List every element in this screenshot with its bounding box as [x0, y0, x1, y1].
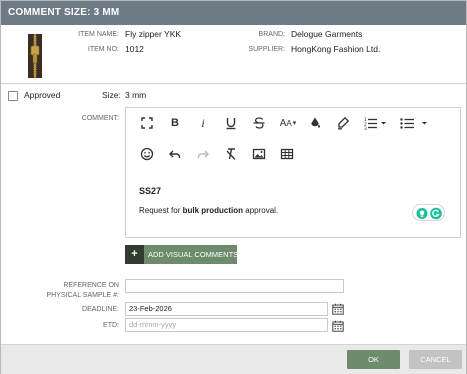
- size-label: Size:: [102, 90, 121, 100]
- brand-value: Delogue Garments: [291, 29, 363, 39]
- ordered-list-icon[interactable]: 123: [363, 115, 387, 131]
- reference-input[interactable]: [125, 279, 344, 293]
- cancel-button[interactable]: CANCEL: [409, 350, 462, 369]
- italic-icon[interactable]: i: [195, 115, 211, 131]
- deadline-input[interactable]: 23-Feb-2026: [125, 302, 328, 316]
- ok-button[interactable]: OK: [347, 350, 400, 369]
- add-visual-comments-label: ADD VISUAL COMMENTS: [148, 250, 239, 259]
- deadline-calendar-icon[interactable]: [332, 302, 344, 315]
- comment-body-suffix: approval.: [243, 206, 279, 215]
- dialog-title: COMMENT SIZE: 3 MM: [1, 1, 466, 25]
- bold-icon[interactable]: B: [167, 115, 183, 131]
- comment-body-bold: bulk production: [182, 206, 244, 215]
- header-divider: [1, 83, 466, 84]
- size-value: 3 mm: [125, 90, 147, 100]
- approved-checkbox[interactable]: [8, 91, 18, 101]
- grammarly-widget[interactable]: [412, 204, 445, 221]
- highlight-icon[interactable]: [335, 115, 351, 131]
- item-no-value: 1012: [125, 44, 144, 54]
- item-name-label: ITEM NAME:: [78, 31, 119, 38]
- item-name-value: Fly zipper YKK: [125, 29, 182, 39]
- brand-label: BRAND:: [258, 31, 285, 38]
- reference-label-line1: REFERENCE ON: [63, 282, 119, 289]
- text-color-icon[interactable]: [307, 115, 323, 131]
- redo-icon[interactable]: [195, 146, 211, 162]
- add-visual-comments-button[interactable]: + ADD VISUAL COMMENTS: [125, 245, 239, 264]
- reference-label-line2: PHYSICAL SAMPLE #:: [46, 292, 120, 299]
- etd-input[interactable]: dd-mmm-yyyy: [125, 318, 328, 332]
- emoji-icon[interactable]: [139, 146, 155, 162]
- fullscreen-icon[interactable]: [139, 115, 155, 131]
- comment-body-prefix: Request for: [139, 206, 183, 215]
- comment-title: SS27: [139, 186, 162, 196]
- etd-label: ETD:: [103, 322, 119, 329]
- comment-dialog: COMMENT SIZE: 3 MM ITEM NAME: Fly zipper…: [0, 0, 467, 374]
- comment-body: Request for bulk production approval.: [139, 206, 278, 215]
- item-no-label: ITEM NO:: [87, 46, 119, 53]
- item-thumbnail: [15, 32, 55, 80]
- clear-format-icon[interactable]: [223, 146, 239, 162]
- deadline-label: DEADLINE:: [82, 306, 119, 313]
- underline-icon[interactable]: [223, 115, 239, 131]
- image-icon[interactable]: [251, 146, 267, 162]
- supplier-value: HongKong Fashion Ltd.: [291, 44, 381, 54]
- supplier-label: SUPPLIER:: [248, 46, 285, 53]
- plus-icon: +: [125, 245, 144, 264]
- table-icon[interactable]: [279, 146, 295, 162]
- approved-label: Approved: [24, 90, 61, 100]
- strikethrough-icon[interactable]: [251, 115, 267, 131]
- etd-calendar-icon[interactable]: [332, 319, 344, 332]
- unordered-list-icon[interactable]: [399, 115, 429, 131]
- font-size-icon[interactable]: A A ▾: [277, 115, 299, 131]
- comment-label: COMMENT:: [81, 115, 119, 122]
- svg-text:3: 3: [364, 126, 367, 130]
- undo-icon[interactable]: [167, 146, 183, 162]
